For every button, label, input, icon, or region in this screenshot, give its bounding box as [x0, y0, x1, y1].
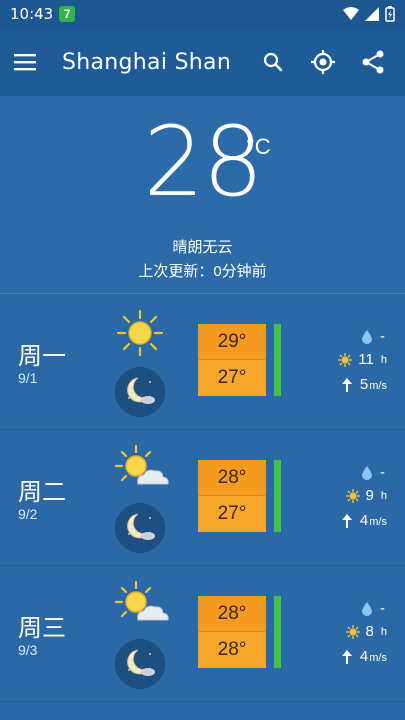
day-name: 周三: [18, 615, 66, 642]
temperature-range: 28° 27°: [198, 460, 266, 532]
weather-description: 晴朗无云: [172, 239, 233, 256]
temperature-range: 28° 28°: [198, 596, 266, 668]
sun-cloud-icon: [114, 444, 169, 485]
forecast-day[interactable]: 周一 9/1 29° 27° - 11 h 5m/s: [0, 294, 405, 430]
sunshine-info: 9h: [345, 487, 387, 504]
low-temp: 27°: [198, 496, 266, 532]
sunshine-hours: 8: [365, 623, 374, 640]
temperature-unit: °C: [246, 134, 271, 159]
wind-speed: 5m/s: [359, 376, 387, 393]
rain-value: -: [380, 600, 385, 617]
rain-info: -: [362, 600, 385, 617]
forecast-day[interactable]: 周三 9/3 28° 28° - 8h 4m/s: [0, 566, 405, 702]
day-date: 9/2: [18, 506, 38, 522]
wifi-icon: [343, 7, 359, 20]
location-title[interactable]: Shanghai Shan: [62, 50, 241, 75]
signal-icon: [365, 7, 379, 21]
forecast-day[interactable]: 周二 9/2 28° 27° - 9h 4m/s: [0, 430, 405, 566]
wind-info: 4m/s: [341, 648, 387, 665]
status-time: 10:43: [10, 5, 54, 23]
last-updated: 上次更新：0分钟前: [138, 263, 267, 280]
temperature-range: 29° 27°: [198, 324, 266, 396]
high-temp: 28°: [198, 596, 266, 632]
low-temp: 28°: [198, 632, 266, 668]
sun-small-icon: [345, 624, 360, 639]
sunshine-hours: 11: [358, 351, 374, 368]
current-temperature: 28: [143, 106, 263, 218]
forecast-list: 周一 9/1 29° 27° - 11 h 5m/s 周二 9/2 28° 27…: [0, 293, 405, 720]
temp-bar: [274, 324, 281, 396]
sunshine-info: 8h: [345, 623, 387, 640]
notification-badge: 7: [59, 6, 76, 22]
raindrop-icon: [362, 601, 372, 616]
low-temp: 27°: [198, 360, 266, 396]
menu-icon[interactable]: [14, 53, 36, 71]
rain-value: -: [380, 464, 385, 481]
locate-icon[interactable]: [305, 44, 341, 80]
wind-info: 4m/s: [341, 512, 387, 529]
search-icon[interactable]: [255, 44, 291, 80]
rain-value: -: [380, 328, 385, 345]
wind-arrow-icon: [341, 649, 352, 664]
wind-info: 5m/s: [341, 376, 387, 393]
forecast-day-partial[interactable]: [0, 702, 405, 720]
wind-arrow-icon: [341, 377, 352, 392]
sunshine-hours: 9: [365, 487, 374, 504]
high-temp: 29°: [198, 324, 266, 360]
battery-icon: [385, 6, 395, 22]
sunshine-unit: h: [380, 625, 387, 638]
day-name: 周二: [18, 479, 66, 506]
wind-arrow-icon: [341, 513, 352, 528]
night-moon-icon: [115, 503, 165, 553]
wind-speed: 4m/s: [359, 512, 387, 529]
sun-small-icon: [338, 352, 353, 367]
rain-info: -: [362, 328, 385, 345]
status-icons: [343, 6, 395, 22]
temp-bar: [274, 460, 281, 532]
current-weather: 28 °C 晴朗无云 上次更新：0分钟前: [0, 96, 405, 293]
app-bar: Shanghai Shan: [0, 28, 405, 96]
share-icon[interactable]: [355, 44, 391, 80]
day-date: 9/3: [18, 642, 38, 658]
high-temp: 28°: [198, 460, 266, 496]
night-moon-icon: [115, 639, 165, 689]
sun-cloud-icon: [114, 580, 169, 621]
status-bar: 10:43 7: [0, 0, 405, 28]
day-name: 周一: [18, 343, 66, 370]
rain-info: -: [362, 464, 385, 481]
sun-small-icon: [345, 488, 360, 503]
sunshine-unit: h: [380, 353, 387, 366]
night-moon-icon: [115, 367, 165, 417]
sunshine-unit: h: [380, 489, 387, 502]
sun-icon: [116, 309, 164, 357]
raindrop-icon: [362, 329, 372, 344]
raindrop-icon: [362, 465, 372, 480]
sunshine-info: 11 h: [338, 351, 387, 368]
day-date: 9/1: [18, 370, 38, 386]
wind-speed: 4m/s: [359, 648, 387, 665]
temp-bar: [274, 596, 281, 668]
